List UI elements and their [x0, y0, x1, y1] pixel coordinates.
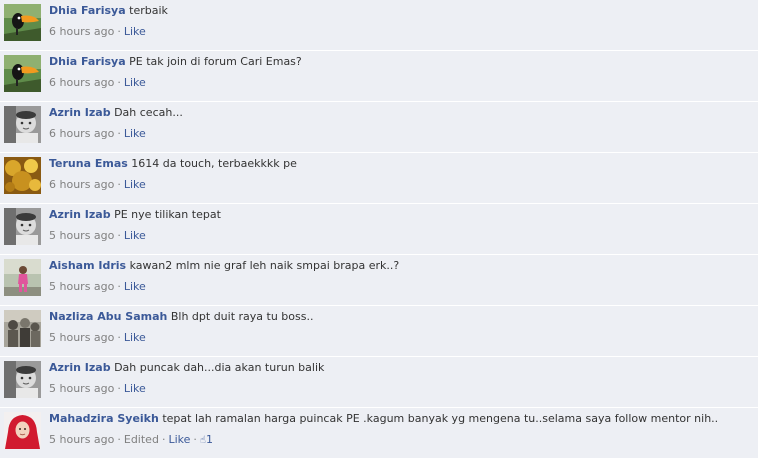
comment-row: Nazliza Abu Samah Blh dpt duit raya tu b… — [0, 306, 758, 357]
comment-author-link[interactable]: Teruna Emas — [49, 157, 128, 170]
separator-dot: · — [117, 331, 121, 344]
comment-text: kawan2 mlm nie graf leh naik smpai brapa… — [129, 259, 400, 272]
comment-row: Mahadzira Syeikh tepat lah ramalan harga… — [0, 408, 758, 459]
separator-dot: · — [117, 433, 121, 446]
comment-timestamp[interactable]: 5 hours ago — [49, 229, 114, 242]
child-avatar[interactable] — [4, 259, 41, 296]
comment-meta: 6 hours ago · Like — [49, 75, 754, 91]
gold-avatar[interactable] — [4, 157, 41, 194]
comment-body: Azrin Izab PE nye tilikan tepat 5 hours a… — [49, 207, 754, 244]
like-link[interactable]: Like — [124, 178, 146, 191]
comment-text: Blh dpt duit raya tu boss.. — [170, 310, 314, 323]
comment-text: tepat lah ramalan harga puincak PE .kagu… — [162, 412, 719, 425]
comment-timestamp[interactable]: 6 hours ago — [49, 178, 114, 191]
comment-list: Dhia Farisya terbaik 6 hours ago · Like Dhia… — [0, 0, 758, 459]
comment-meta: 6 hours ago · Like — [49, 24, 754, 40]
comment-author-link[interactable]: Nazliza Abu Samah — [49, 310, 167, 323]
comment-text: PE nye tilikan tepat — [114, 208, 221, 221]
toucan-avatar[interactable] — [4, 55, 41, 92]
comment-meta: 5 hours ago · Like — [49, 330, 754, 346]
separator-dot: · — [117, 25, 121, 38]
comment-text: Dah puncak dah...dia akan turun balik — [114, 361, 325, 374]
comment-meta: 6 hours ago · Like — [49, 177, 754, 193]
comment-text: 1614 da touch, terbaekkkk pe — [131, 157, 297, 170]
group-avatar[interactable] — [4, 310, 41, 347]
comment-author-link[interactable]: Azrin Izab — [49, 208, 111, 221]
comment-author-link[interactable]: Dhia Farisya — [49, 4, 126, 17]
like-link[interactable]: Like — [124, 25, 146, 38]
comment-text: terbaik — [129, 4, 168, 17]
comment-meta: 5 hours ago · Like — [49, 228, 754, 244]
comment-body: Dhia Farisya PE tak join di forum Cari E… — [49, 54, 754, 91]
comment-timestamp[interactable]: 6 hours ago — [49, 127, 114, 140]
separator-dot: · — [117, 127, 121, 140]
like-link[interactable]: Like — [168, 433, 190, 446]
like-link[interactable]: Like — [124, 382, 146, 395]
likes-count[interactable]: ☝1 — [200, 433, 213, 446]
comment-row: Aisham Idris kawan2 mlm nie graf leh nai… — [0, 255, 758, 306]
comment-meta: 5 hours ago · Like — [49, 381, 754, 397]
separator-dot: · — [117, 280, 121, 293]
separator-dot: · — [117, 76, 121, 89]
baby-avatar[interactable] — [4, 106, 41, 143]
toucan-avatar[interactable] — [4, 4, 41, 41]
comment-body: Nazliza Abu Samah Blh dpt duit raya tu b… — [49, 309, 754, 346]
comment-body: Dhia Farisya terbaik 6 hours ago · Like — [49, 3, 754, 40]
comment-body: Azrin Izab Dah cecah... 6 hours ago · Like — [49, 105, 754, 142]
comment-row: Dhia Farisya PE tak join di forum Cari E… — [0, 51, 758, 102]
comment-meta: 5 hours ago · Like — [49, 279, 754, 295]
comment-row: Dhia Farisya terbaik 6 hours ago · Like — [0, 0, 758, 51]
like-link[interactable]: Like — [124, 331, 146, 344]
comment-body: Aisham Idris kawan2 mlm nie graf leh nai… — [49, 258, 754, 295]
comment-author-link[interactable]: Dhia Farisya — [49, 55, 126, 68]
comment-meta: 5 hours ago · Edited · Like · ☝1 — [49, 432, 754, 448]
comment-meta: 6 hours ago · Like — [49, 126, 754, 142]
comment-timestamp[interactable]: 6 hours ago — [49, 76, 114, 89]
comment-author-link[interactable]: Azrin Izab — [49, 361, 111, 374]
baby-avatar[interactable] — [4, 361, 41, 398]
comment-timestamp[interactable]: 6 hours ago — [49, 25, 114, 38]
separator-dot: · — [117, 178, 121, 191]
comment-author-link[interactable]: Mahadzira Syeikh — [49, 412, 159, 425]
like-link[interactable]: Like — [124, 229, 146, 242]
separator-dot: · — [193, 433, 197, 446]
hijab-avatar[interactable] — [4, 412, 41, 449]
comment-author-link[interactable]: Azrin Izab — [49, 106, 111, 119]
comment-row: Azrin Izab Dah puncak dah...dia akan tur… — [0, 357, 758, 408]
comment-row: Azrin Izab PE nye tilikan tepat 5 hours a… — [0, 204, 758, 255]
separator-dot: · — [117, 229, 121, 242]
comment-timestamp[interactable]: 5 hours ago — [49, 331, 114, 344]
comment-timestamp[interactable]: 5 hours ago — [49, 433, 114, 446]
comment-author-link[interactable]: Aisham Idris — [49, 259, 126, 272]
comment-body: Azrin Izab Dah puncak dah...dia akan tur… — [49, 360, 754, 397]
like-link[interactable]: Like — [124, 76, 146, 89]
comment-row: Teruna Emas 1614 da touch, terbaekkkk pe… — [0, 153, 758, 204]
comment-timestamp[interactable]: 5 hours ago — [49, 280, 114, 293]
comment-body: Teruna Emas 1614 da touch, terbaekkkk pe… — [49, 156, 754, 193]
baby-avatar[interactable] — [4, 208, 41, 245]
comment-text: PE tak join di forum Cari Emas? — [129, 55, 302, 68]
comment-text: Dah cecah... — [114, 106, 183, 119]
separator-dot: · — [161, 433, 166, 446]
comment-edited[interactable]: Edited — [124, 433, 159, 446]
comment-timestamp[interactable]: 5 hours ago — [49, 382, 114, 395]
comment-body: Mahadzira Syeikh tepat lah ramalan harga… — [49, 411, 754, 448]
like-link[interactable]: Like — [124, 127, 146, 140]
like-link[interactable]: Like — [124, 280, 146, 293]
comment-row: Azrin Izab Dah cecah... 6 hours ago · Like — [0, 102, 758, 153]
separator-dot: · — [117, 382, 121, 395]
